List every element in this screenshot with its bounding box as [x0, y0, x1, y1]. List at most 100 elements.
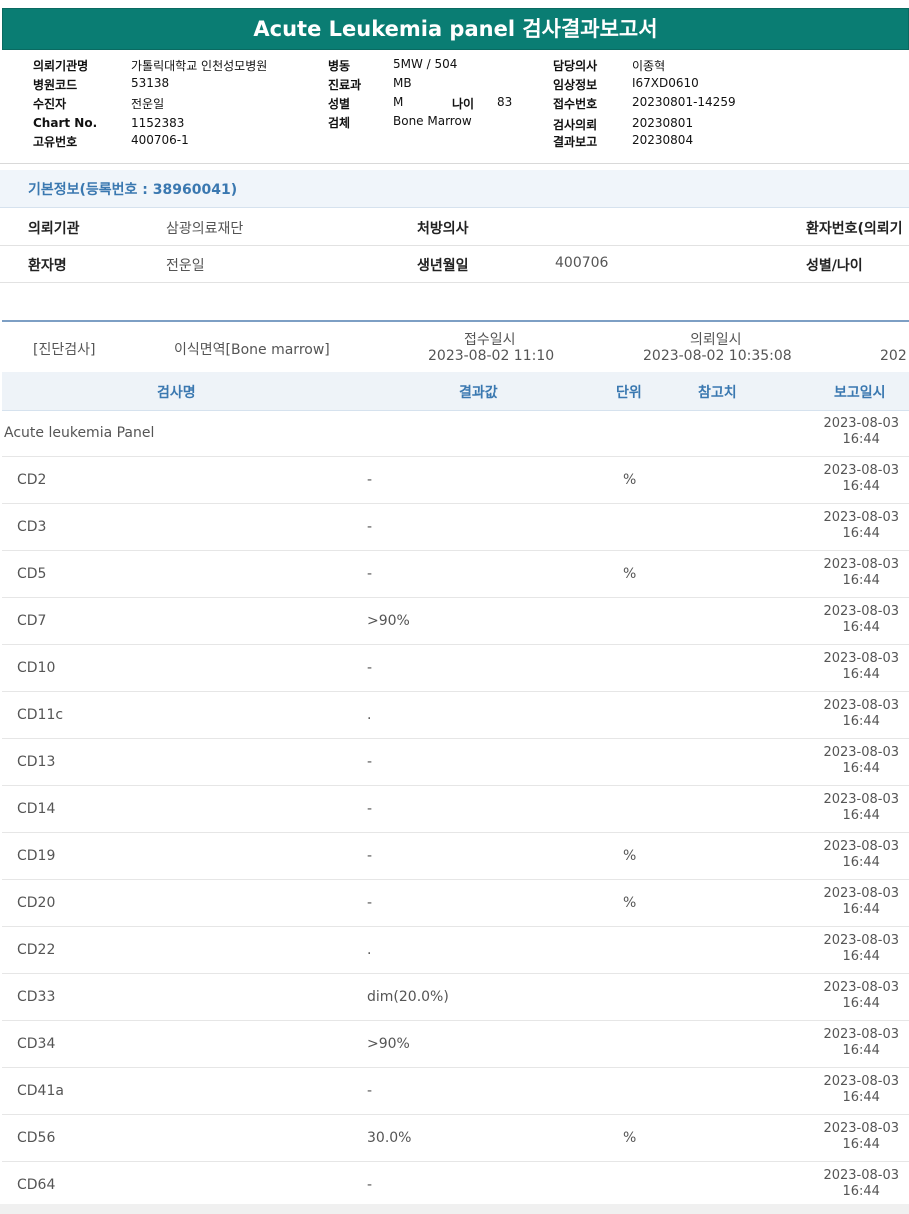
report-title: Acute Leukemia panel 검사결과보고서 — [2, 8, 909, 50]
report-datetime: 2023-08-03 16:44 — [823, 1121, 899, 1153]
department-label: 진료과 — [328, 78, 362, 92]
basic-info-title: 기본정보(등록번호 : 38960041) — [28, 182, 238, 198]
table-row: CD19 -% 2023-08-03 16:44 — [2, 833, 909, 880]
test-name: CD3 — [17, 519, 47, 535]
report-time: 16:44 — [842, 949, 880, 964]
receipt-no-label: 접수번호 — [553, 97, 598, 111]
ward-label: 병동 — [328, 59, 351, 73]
test-result: >90% — [367, 613, 410, 629]
chart-no-value: 1152383 — [131, 116, 185, 130]
test-name: CD11c — [17, 707, 64, 723]
report-date: 2023-08-03 — [823, 698, 899, 713]
report-date: 2023-08-03 — [823, 1168, 899, 1183]
report-date: 2023-08-03 — [823, 886, 899, 901]
test-name: CD13 — [17, 754, 56, 770]
table-row: CD22. 2023-08-03 16:44 — [2, 927, 909, 974]
test-name: CD41a — [17, 1083, 64, 1099]
report-date: 2023-08-03 — [823, 510, 899, 525]
report-datetime: 2023-08-03 16:44 — [823, 698, 899, 730]
test-result: . — [367, 942, 372, 958]
hospital-code-value: 53138 — [131, 76, 170, 90]
table-row: Acute leukemia Panel 2023-08-03 16:44 — [2, 410, 909, 457]
test-result: - — [367, 1083, 373, 1099]
report-datetime: 2023-08-03 16:44 — [823, 510, 899, 542]
report-time: 16:44 — [842, 714, 880, 729]
received-value: 2023-08-02 11:10 — [428, 348, 555, 364]
test-name: CD14 — [17, 801, 56, 817]
request-date-value: 20230801 — [632, 116, 694, 130]
report-date: 2023-08-03 — [823, 604, 899, 619]
test-name: Acute leukemia Panel — [4, 425, 155, 441]
table-row: CD13 - 2023-08-03 16:44 — [2, 739, 909, 786]
report-datetime: 2023-08-03 16:44 — [823, 1027, 899, 1059]
report-time: 16:44 — [842, 902, 880, 917]
test-result: - — [367, 754, 373, 770]
test-result: - — [367, 472, 373, 488]
patient-name-value: 전운일 — [166, 258, 205, 274]
table-row: CD33 dim(20.0%) 2023-08-03 16:44 — [2, 974, 909, 1021]
col-result: 결과값 — [459, 385, 498, 401]
test-result: - — [367, 660, 373, 676]
specimen-value: Bone Marrow — [393, 114, 472, 128]
test-name: CD33 — [17, 989, 56, 1005]
report-datetime: 2023-08-03 16:44 — [823, 1168, 899, 1200]
report-date: 2023-08-03 — [823, 557, 899, 572]
test-unit: % — [623, 1130, 637, 1146]
ward-value: 5MW / 504 — [393, 57, 458, 71]
unique-no-value: 400706-1 — [131, 133, 189, 147]
report-date: 2023-08-03 — [823, 1074, 899, 1089]
test-result: 30.0% — [367, 1130, 412, 1146]
birthdate-value: 400706 — [555, 255, 609, 271]
report-date: 2023-08-03 — [823, 463, 899, 478]
report-time: 16:44 — [842, 620, 880, 635]
test-unit: % — [623, 848, 637, 864]
chart-no-label: Chart No. — [33, 116, 98, 130]
test-result: . — [367, 707, 372, 723]
table-row: CD2 -% 2023-08-03 16:44 — [2, 457, 909, 504]
col-report-date: 보고일시 — [834, 385, 886, 401]
test-name: CD5 — [17, 566, 47, 582]
result-date-value: 20230804 — [632, 133, 694, 147]
diagnosis-test: 이식면역[Bone marrow] — [174, 342, 330, 358]
test-result: - — [367, 801, 373, 817]
report-time: 16:44 — [842, 996, 880, 1011]
test-unit: % — [623, 472, 637, 488]
patient-label: 수진자 — [33, 97, 67, 111]
header-divider — [0, 163, 909, 164]
doctor-label: 담당의사 — [553, 59, 598, 73]
test-unit: % — [623, 566, 637, 582]
test-name: CD34 — [17, 1036, 56, 1052]
report-datetime: 2023-08-03 16:44 — [823, 980, 899, 1012]
report-datetime: 2023-08-03 16:44 — [823, 886, 899, 918]
request-date-label: 검사의뢰 — [553, 118, 598, 132]
test-result: dim(20.0%) — [367, 989, 449, 1005]
report-datetime: 2023-08-03 16:44 — [823, 604, 899, 636]
report-date: 2023-08-03 — [823, 980, 899, 995]
institution-value: 삼광의료재단 — [166, 221, 244, 237]
sex-age-label: 성별/나이 — [806, 258, 863, 274]
report-datetime: 2023-08-03 16:44 — [823, 792, 899, 824]
table-row: CD56 30.0%% 2023-08-03 16:44 — [2, 1115, 909, 1162]
report-date: 2023-08-03 — [823, 416, 899, 431]
table-row: CD20 -% 2023-08-03 16:44 — [2, 880, 909, 927]
test-result: - — [367, 566, 373, 582]
col-test-name: 검사명 — [157, 385, 196, 401]
table-row: CD7 >90% 2023-08-03 16:44 — [2, 598, 909, 645]
patient-no-label: 환자번호(의뢰기 — [806, 221, 903, 237]
report-datetime: 2023-08-03 16:44 — [823, 745, 899, 777]
test-name: CD7 — [17, 613, 47, 629]
report-date: 2023-08-03 — [823, 1027, 899, 1042]
report-time: 16:44 — [842, 573, 880, 588]
basic-info-row: 의뢰기관 삼광의료재단 처방의사 환자번호(의뢰기 — [0, 208, 909, 246]
report-datetime: 2023-08-03 16:44 — [823, 1074, 899, 1106]
prescriber-label: 처방의사 — [417, 221, 469, 237]
test-name: CD20 — [17, 895, 56, 911]
report-time: 16:44 — [842, 1184, 880, 1199]
receipt-no-value: 20230801-14259 — [632, 95, 736, 109]
test-name: CD56 — [17, 1130, 56, 1146]
unique-no-label: 고유번호 — [33, 135, 78, 149]
report-datetime: 2023-08-03 16:44 — [823, 463, 899, 495]
institution-label: 의뢰기관 — [28, 221, 80, 237]
report-date: 2023-08-03 — [823, 745, 899, 760]
table-row: CD11c. 2023-08-03 16:44 — [2, 692, 909, 739]
